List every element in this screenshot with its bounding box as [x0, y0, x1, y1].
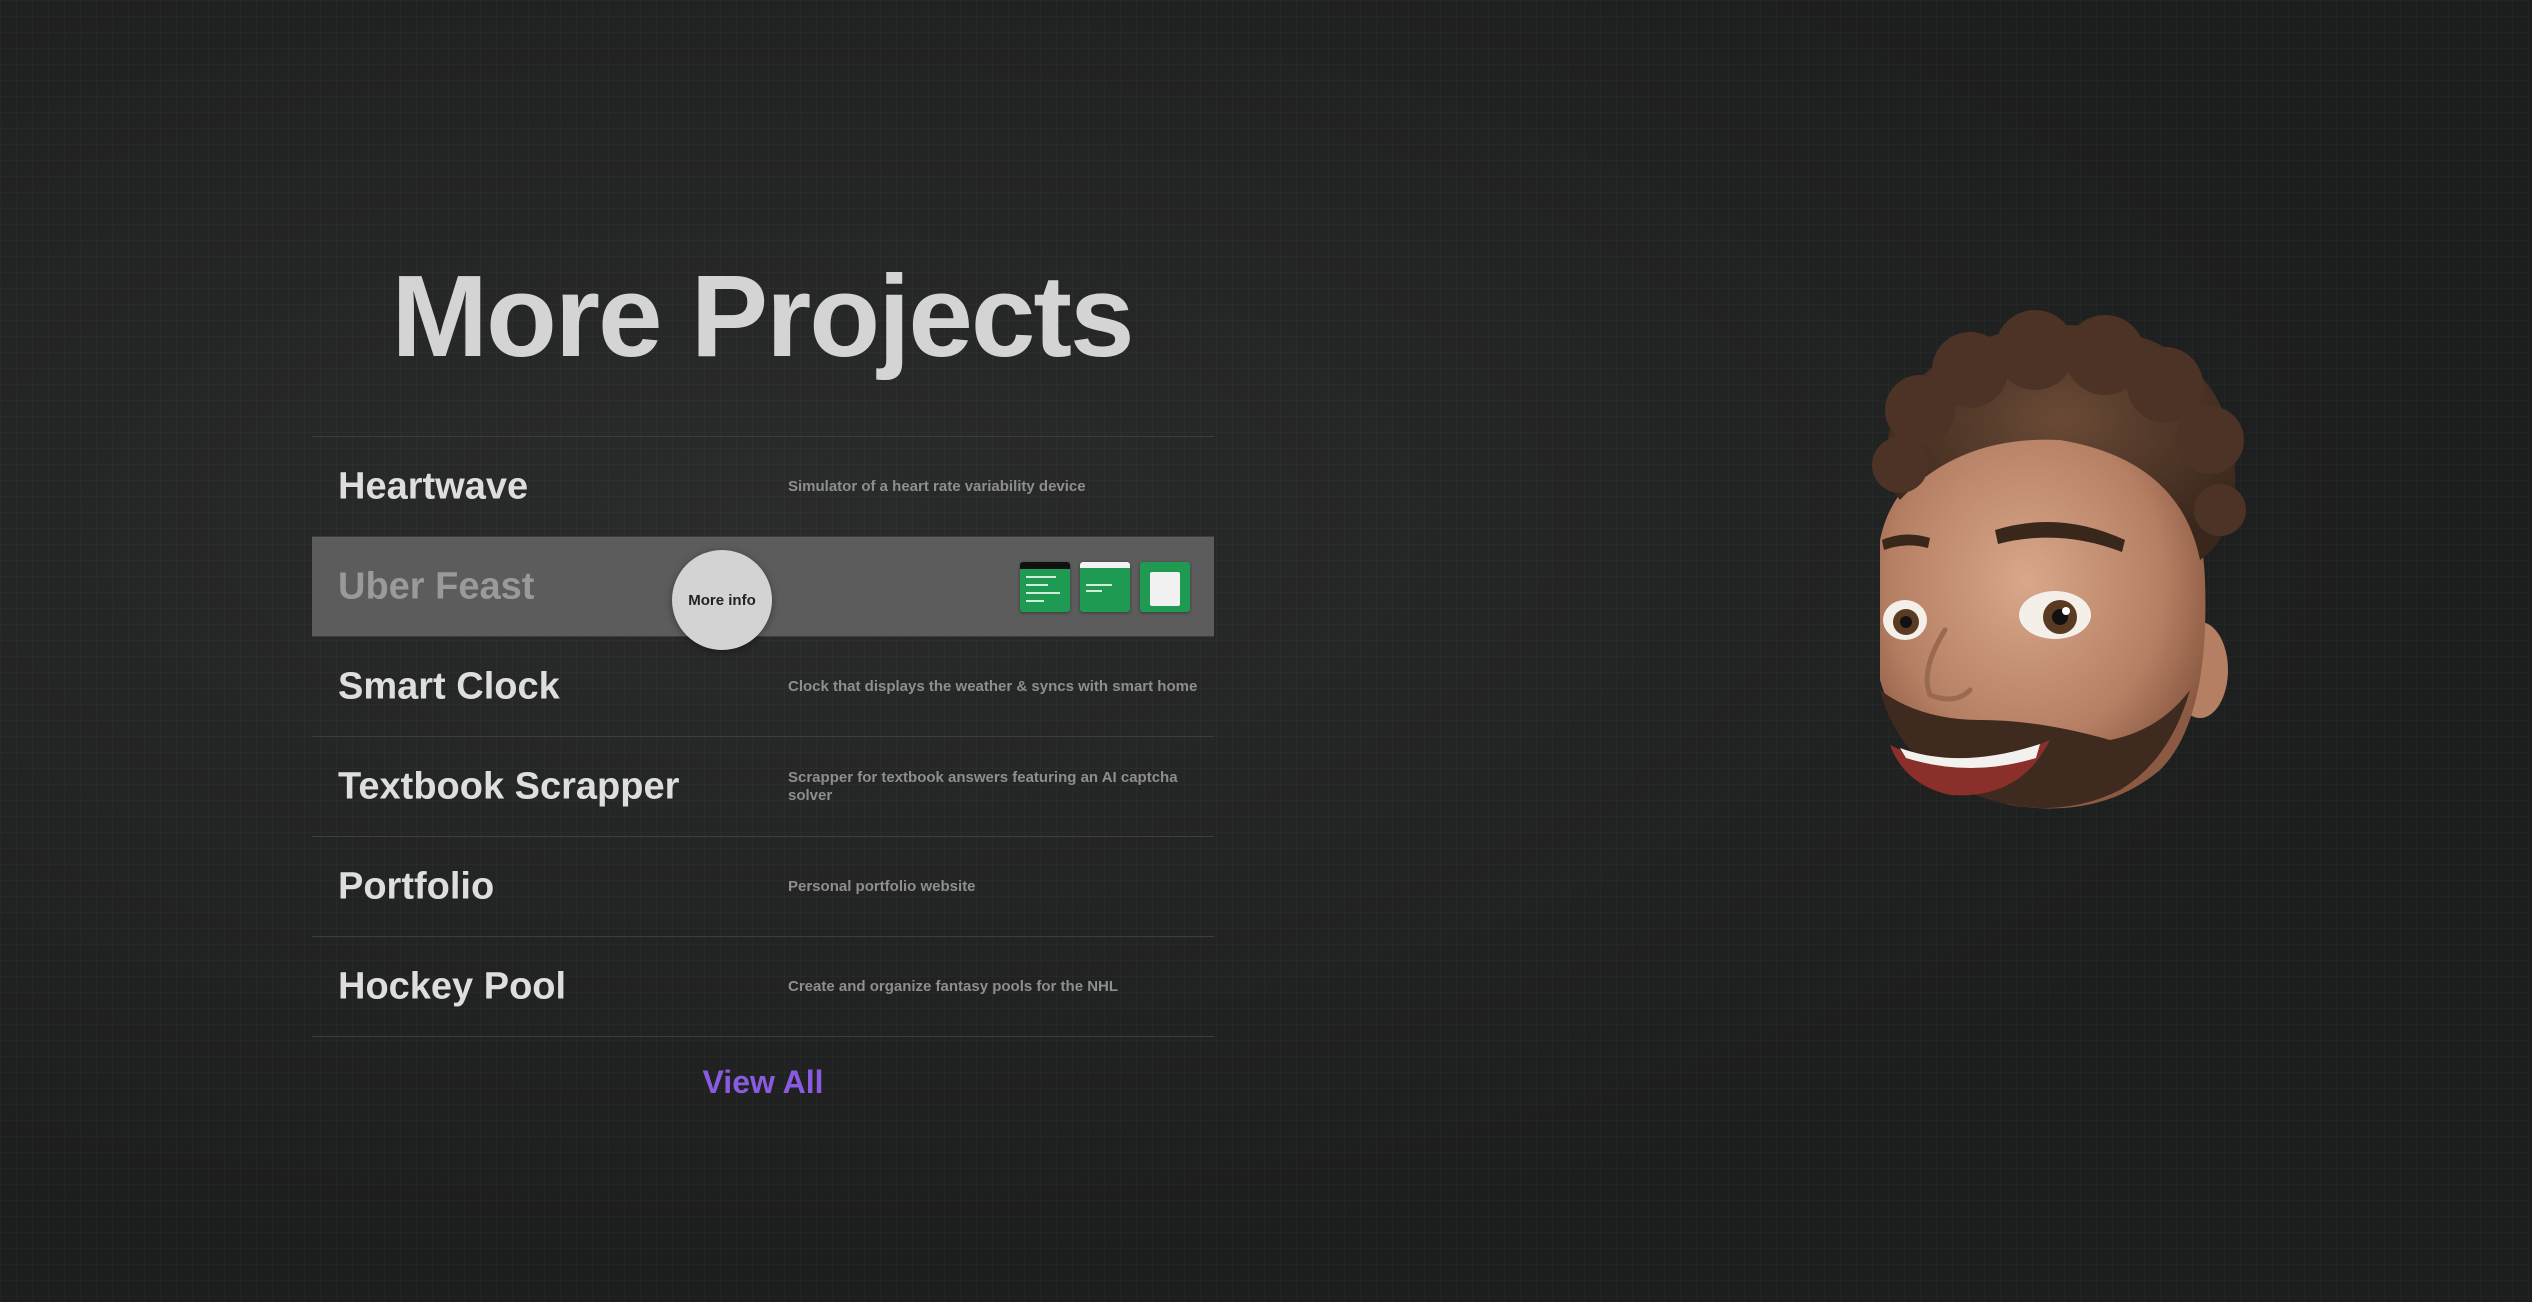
thumbnail-image: [1140, 561, 1190, 612]
project-description: Clock that displays the weather & syncs …: [788, 677, 1198, 695]
project-description: Personal portfolio website: [788, 877, 976, 895]
project-row-textbook-scrapper[interactable]: Textbook Scrapper Scrapper for textbook …: [312, 737, 1214, 837]
project-name: Portfolio: [338, 865, 495, 907]
more-info-cursor[interactable]: More info: [672, 550, 772, 650]
project-list: Heartwave Simulator of a heart rate vari…: [312, 436, 1214, 1037]
project-description: Scrapper for textbook answers featuring …: [788, 768, 1178, 804]
thumbnail-image: [1080, 561, 1130, 612]
project-name: Hockey Pool: [338, 965, 567, 1007]
page-title: More Projects: [391, 251, 1134, 381]
project-description: Create and organize fantasy pools for th…: [788, 977, 1119, 995]
project-row-portfolio[interactable]: Portfolio Personal portfolio website: [312, 837, 1214, 937]
project-row-heartwave[interactable]: Heartwave Simulator of a heart rate vari…: [312, 437, 1214, 537]
project-name: Smart Clock: [338, 665, 560, 707]
memoji-avatar-icon: [1872, 310, 2246, 809]
project-thumbnails: [1020, 561, 1190, 612]
project-name: Heartwave: [338, 465, 529, 507]
view-all-link[interactable]: View All: [312, 1064, 1214, 1101]
project-name: Uber Feast: [338, 565, 535, 607]
project-name: Textbook Scrapper: [338, 765, 680, 807]
project-description: Simulator of a heart rate variability de…: [788, 477, 1086, 495]
project-row-hockey-pool[interactable]: Hockey Pool Create and organize fantasy …: [312, 937, 1214, 1037]
thumbnail-image: [1020, 561, 1070, 612]
project-row-smart-clock[interactable]: Smart Clock Clock that displays the weat…: [312, 637, 1214, 737]
